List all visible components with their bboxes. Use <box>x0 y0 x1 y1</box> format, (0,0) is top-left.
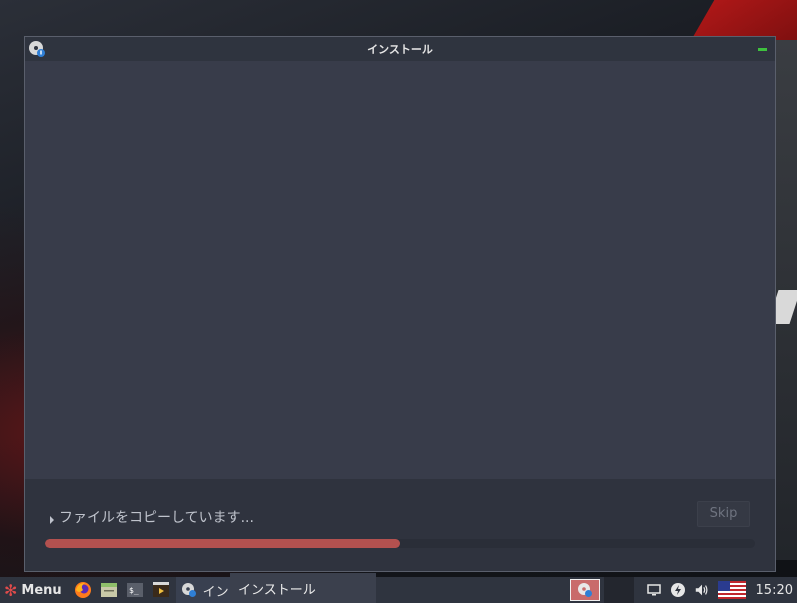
update-icon <box>670 583 685 597</box>
tray-installer-button[interactable] <box>569 579 600 601</box>
file-manager-icon <box>100 583 117 597</box>
media-player-icon <box>152 582 169 597</box>
system-tray: 15:20 <box>569 577 797 603</box>
update-tray-button[interactable] <box>670 582 686 598</box>
tray-workspace[interactable] <box>603 577 634 603</box>
progress-bar <box>45 539 755 548</box>
menu-logo-icon: ✻ <box>4 580 18 600</box>
disc-install-icon <box>29 41 45 57</box>
file-manager-launcher[interactable] <box>100 581 118 599</box>
firefox-launcher[interactable] <box>74 581 92 599</box>
installer-window: インストール ファイルをコピーしています... Skip <box>24 36 776 572</box>
us-flag-icon[interactable] <box>717 581 746 599</box>
display-tray-button[interactable] <box>646 582 662 598</box>
window-title: インストール <box>367 43 433 56</box>
status-text: ファイルをコピーしています... <box>59 510 254 526</box>
taskbar-tooltip: インストール <box>230 573 376 603</box>
taskbar-task-label: イン <box>202 584 229 600</box>
clock[interactable]: 15:20 <box>756 583 793 598</box>
window-footer: ファイルをコピーしています... Skip <box>25 479 775 571</box>
window-titlebar[interactable]: インストール <box>25 37 775 61</box>
volume-tray-button[interactable] <box>694 582 710 598</box>
display-icon <box>646 584 661 596</box>
disc-install-icon <box>577 583 592 597</box>
terminal-icon: $_ <box>126 583 143 597</box>
volume-icon <box>695 584 708 596</box>
expander-arrow-icon[interactable] <box>50 516 54 524</box>
progress-fill <box>45 539 400 548</box>
firefox-icon <box>74 582 91 598</box>
menu-button[interactable]: ✻ Menu <box>0 577 66 603</box>
svg-text:$_: $_ <box>129 586 139 595</box>
status-line[interactable]: ファイルをコピーしています... <box>50 507 254 527</box>
disc-install-icon <box>181 583 196 597</box>
taskbar-task-installer[interactable]: イン <box>175 577 234 603</box>
skip-button[interactable]: Skip <box>697 501 750 527</box>
window-content-area <box>25 61 775 481</box>
media-player-launcher[interactable] <box>152 581 170 599</box>
terminal-launcher[interactable]: $_ <box>126 581 144 599</box>
minimize-button[interactable] <box>758 48 767 51</box>
menu-label: Menu <box>21 582 62 598</box>
